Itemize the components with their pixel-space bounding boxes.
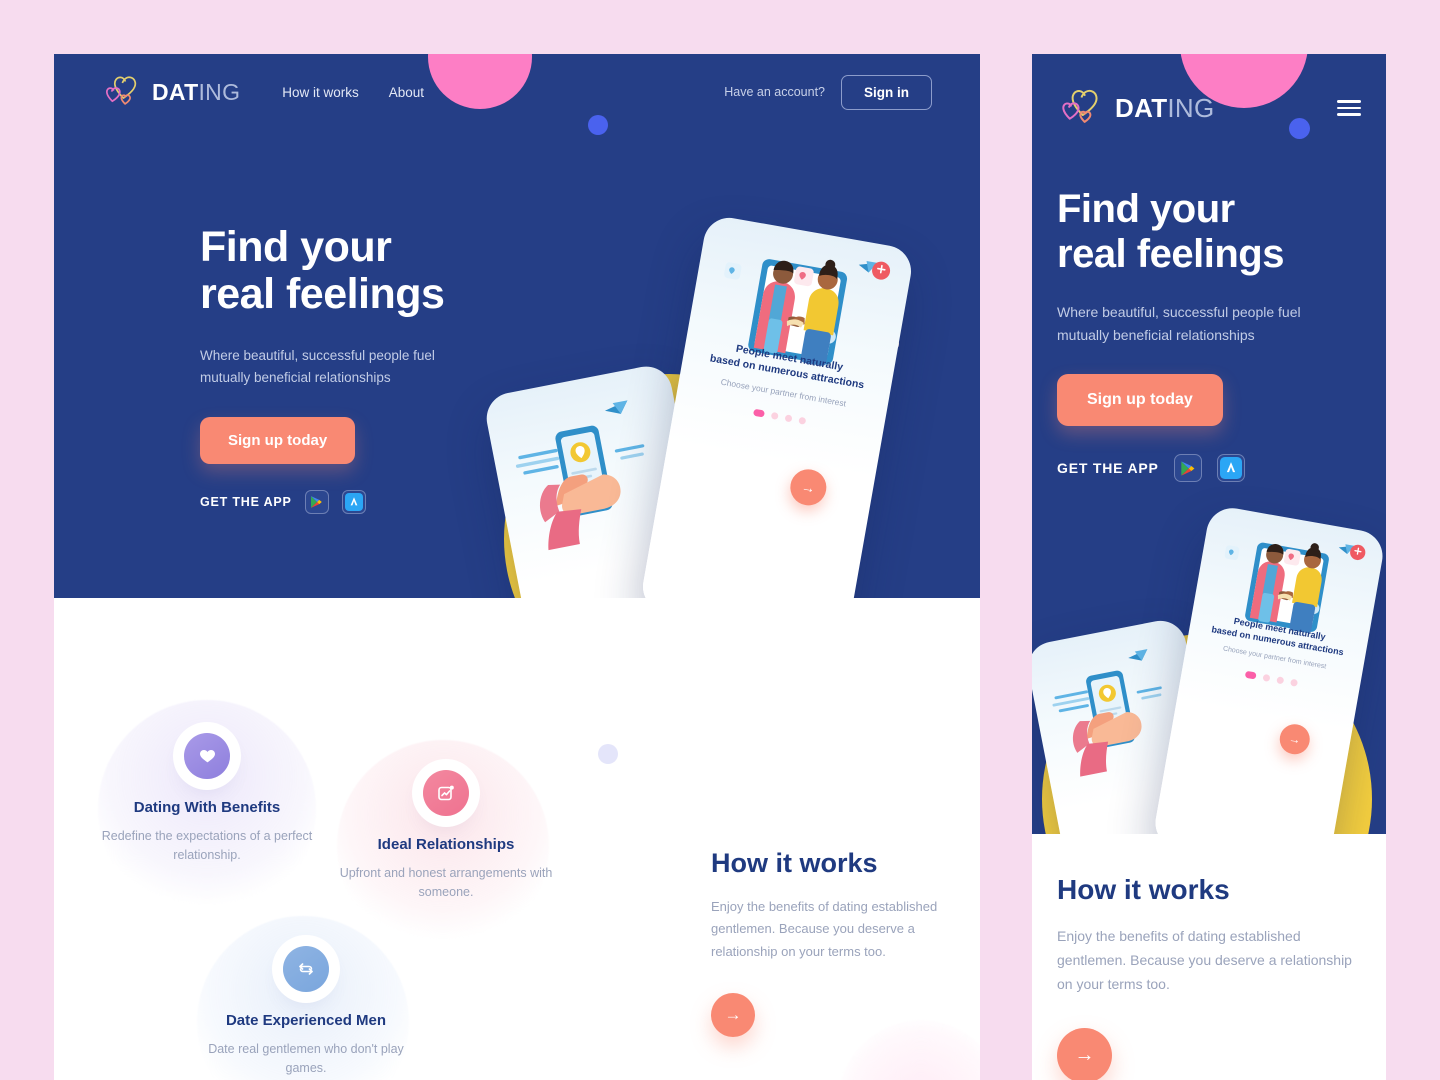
app-store-icon[interactable] xyxy=(1216,454,1245,483)
have-account-label: Have an account? xyxy=(724,85,825,99)
top-navigation: DATING How it works About Have an accoun… xyxy=(54,54,980,130)
feature-title: Date Experienced Men xyxy=(225,1012,387,1029)
hamburger-bar xyxy=(1337,113,1361,116)
hamburger-bar xyxy=(1337,100,1361,103)
get-the-app-row: GET THE APP xyxy=(200,490,600,515)
how-it-works-description: Enjoy the benefits of dating established… xyxy=(711,899,938,959)
mobile-how-it-works-description: Enjoy the benefits of dating established… xyxy=(1057,928,1352,993)
feature-card-date-experienced-men: Date Experienced Men Date real gentlemen… xyxy=(197,946,415,1078)
feature-desc: Upfront and honest arrangements with som… xyxy=(339,866,553,899)
dot xyxy=(1261,673,1271,682)
google-play-icon[interactable] xyxy=(304,490,329,515)
decor-lavender-dot xyxy=(598,744,618,764)
mobile-top-navigation: DATING xyxy=(1032,54,1386,162)
three-hearts-icon xyxy=(1057,87,1105,129)
hero-subtitle: Where beautiful, successful people fuel … xyxy=(200,347,435,385)
heart-icon xyxy=(184,733,230,779)
google-play-icon[interactable] xyxy=(1173,454,1202,483)
mobile-hero-subtitle: Where beautiful, successful people fuel … xyxy=(1057,303,1301,344)
mobile-how-it-works-arrow-right-icon[interactable]: → xyxy=(1057,1028,1112,1080)
mobile-brand-name: DATING xyxy=(1115,93,1215,124)
mobile-hero-copy: Find your real feelings Where beautiful,… xyxy=(1057,187,1357,483)
mobile-hero-section: DATING Find your real feelings Where bea… xyxy=(1032,54,1386,834)
sign-in-button[interactable]: Sign in xyxy=(841,74,932,110)
mobile-sign-up-today-button[interactable]: Sign up today xyxy=(1057,374,1223,427)
mobile-hero-title: Find your real feelings xyxy=(1057,187,1284,276)
nav-links: How it works About xyxy=(282,85,424,100)
mobile-mockup: DATING Find your real feelings Where bea… xyxy=(1032,54,1386,1080)
phone-mockup-front: People meet naturally based on numerous … xyxy=(638,213,916,598)
nav-link-about[interactable]: About xyxy=(389,85,424,100)
mobile-phone-front-fab-arrow-right-icon[interactable]: → xyxy=(1277,721,1313,757)
brand-name: DATING xyxy=(152,79,240,106)
how-it-works-arrow-right-icon[interactable]: → xyxy=(711,993,755,1038)
dot-active xyxy=(1244,670,1257,680)
desktop-mockup: DATING How it works About Have an accoun… xyxy=(54,54,980,1080)
mobile-how-it-works-block: How it works Enjoy the benefits of datin… xyxy=(1057,874,1357,1080)
feature-card-ideal-relationships: Ideal Relationships Upfront and honest a… xyxy=(337,770,555,902)
mobile-how-it-works-title: How it works xyxy=(1057,874,1230,905)
dot xyxy=(1275,676,1284,685)
how-it-works-title: How it works xyxy=(711,848,878,878)
hamburger-icon[interactable] xyxy=(1337,100,1361,116)
dot xyxy=(783,414,793,423)
app-store-icon[interactable] xyxy=(341,490,366,515)
chart-growth-icon xyxy=(423,770,469,816)
get-the-app-label: GET THE APP xyxy=(200,495,292,510)
three-hearts-icon xyxy=(102,74,142,110)
refresh-arrows-icon xyxy=(283,946,329,992)
feature-title: Dating With Benefits xyxy=(133,799,281,816)
mobile-phone-mockups-cluster: When the picture is complete life takes … xyxy=(1032,504,1386,834)
dot xyxy=(797,416,806,425)
feature-title: Ideal Relationships xyxy=(377,836,515,853)
hero-title: Find your real feelings xyxy=(200,223,445,319)
sign-up-today-button[interactable]: Sign up today xyxy=(200,417,356,465)
dot xyxy=(1289,678,1298,687)
mobile-get-the-app-row: GET THE APP xyxy=(1057,454,1357,483)
mobile-get-the-app-label: GET THE APP xyxy=(1057,460,1159,477)
mobile-brand-logo[interactable]: DATING xyxy=(1057,87,1215,129)
how-it-works-block: How it works Enjoy the benefits of datin… xyxy=(711,848,961,1038)
nav-right-group: Have an account? Sign in xyxy=(724,74,932,110)
mobile-brand-name-light: ING xyxy=(1167,92,1215,123)
hamburger-bar xyxy=(1337,106,1361,110)
dot-active xyxy=(752,408,765,418)
feature-desc: Date real gentlemen who don't play games… xyxy=(208,1042,404,1075)
nav-link-how-it-works[interactable]: How it works xyxy=(282,85,359,100)
feature-desc: Redefine the expectations of a perfect r… xyxy=(101,829,313,862)
hero-copy: Find your real feelings Where beautiful,… xyxy=(200,223,600,515)
brand-name-bold: DAT xyxy=(152,78,199,105)
features-section: Dating With Benefits Redefine the expect… xyxy=(54,598,980,1080)
phone-front-fab-arrow-right-icon[interactable]: → xyxy=(787,466,830,509)
brand-logo[interactable]: DATING xyxy=(102,74,240,110)
brand-name-light: ING xyxy=(198,78,241,105)
mobile-brand-name-bold: DAT xyxy=(1115,92,1168,123)
dot xyxy=(770,411,779,420)
hero-section: DATING How it works About Have an accoun… xyxy=(54,54,980,598)
feature-card-dating-with-benefits: Dating With Benefits Redefine the expect… xyxy=(98,733,316,865)
